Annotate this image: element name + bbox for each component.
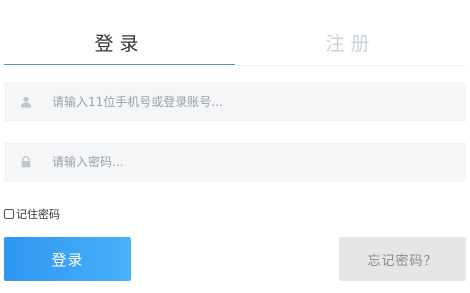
remember-label: 记住密码: [16, 208, 60, 221]
password-input[interactable]: [48, 142, 466, 182]
tab-register-label: 注册: [325, 32, 376, 55]
account-input[interactable]: [48, 82, 466, 122]
password-field: [4, 142, 466, 182]
tab-login[interactable]: 登录: [4, 18, 235, 66]
active-tab-indicator: [4, 64, 235, 65]
tab-register[interactable]: 注册: [235, 18, 466, 66]
tab-divider: [235, 65, 466, 66]
account-field: [4, 82, 466, 122]
forgot-password-label: 忘记密码？: [367, 253, 438, 269]
remember-checkbox[interactable]: [4, 209, 14, 219]
auth-tabs: 登录 注册: [4, 18, 466, 66]
remember-password[interactable]: 记住密码: [4, 206, 60, 222]
login-panel: 登录 注册 记住密码 登录 忘记密码？: [0, 0, 470, 293]
login-button-label: 登录: [51, 250, 84, 269]
forgot-password-button[interactable]: 忘记密码？: [339, 237, 466, 281]
lock-icon: [4, 142, 48, 182]
user-icon: [4, 82, 48, 122]
tab-login-label: 登录: [94, 32, 145, 55]
login-button[interactable]: 登录: [4, 237, 131, 281]
